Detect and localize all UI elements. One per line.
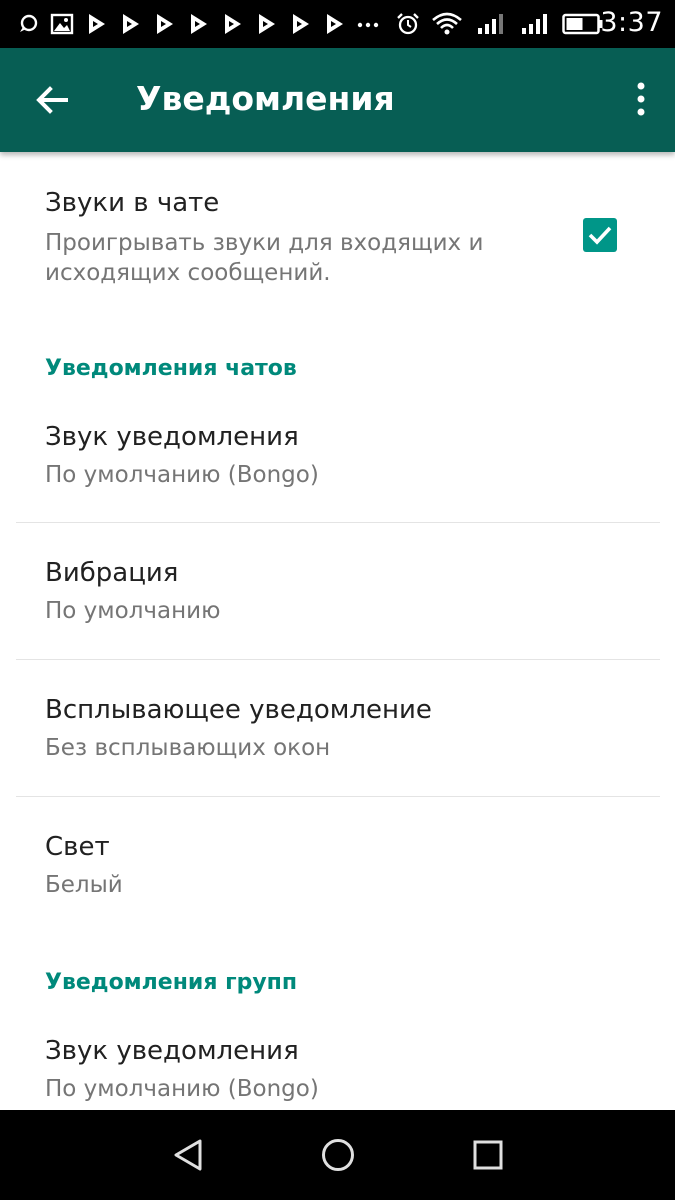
group-notification-sound-item[interactable]: Звук уведомления По умолчанию (Bongo) <box>0 1014 675 1110</box>
image-icon <box>50 13 74 35</box>
chat-vibration-summary: По умолчанию <box>45 598 221 624</box>
settings-list: Звуки в чате Проигрывать звуки для входя… <box>0 152 675 1110</box>
navigation-bar <box>0 1110 675 1200</box>
chat-light-title: Свет <box>45 832 110 862</box>
chat-notification-sound-title: Звук уведомления <box>45 422 299 452</box>
divider <box>16 796 660 797</box>
chat-popup-notification-title: Всплывающее уведомление <box>45 695 432 725</box>
group-notification-sound-summary: По умолчанию (Bongo) <box>45 1076 319 1102</box>
back-triangle-icon[interactable] <box>170 1137 206 1173</box>
signal-icon <box>478 14 503 34</box>
divider <box>16 522 660 523</box>
play-store-icon <box>191 14 207 34</box>
status-bar: 3:37 <box>0 0 675 48</box>
chat-sounds-item[interactable]: Звуки в чате Проигрывать звуки для входя… <box>0 152 675 312</box>
chat-sounds-summary-line2: исходящих сообщений. <box>45 260 331 286</box>
chat-light-item[interactable]: Свет Белый <box>0 810 675 932</box>
chat-vibration-item[interactable]: Вибрация По умолчанию <box>0 536 675 658</box>
chat-sounds-checkbox[interactable] <box>583 218 617 252</box>
play-store-icon <box>123 14 139 34</box>
signal-icon <box>522 14 547 34</box>
alarm-icon <box>397 13 419 35</box>
more-notifications-icon <box>357 22 379 28</box>
chat-popup-notification-item[interactable]: Всплывающее уведомление Без всплывающих … <box>0 673 675 795</box>
chat-popup-notification-summary: Без всплывающих окон <box>45 735 331 761</box>
chat-sounds-title: Звуки в чате <box>45 188 220 218</box>
section-header-group-notifications: Уведомления групп <box>45 970 298 995</box>
page-title: Уведомления <box>136 79 395 118</box>
chat-sounds-summary-line1: Проигрывать звуки для входящих и <box>45 230 484 256</box>
group-notification-sound-title: Звук уведомления <box>45 1036 299 1066</box>
play-store-icon <box>157 14 173 34</box>
play-store-icon <box>293 14 309 34</box>
app-bar: Уведомления <box>0 48 675 152</box>
recents-square-icon[interactable] <box>470 1137 506 1173</box>
arrow-back-icon[interactable] <box>30 78 74 122</box>
status-time: 3:37 <box>600 7 663 38</box>
section-header-chat-notifications: Уведомления чатов <box>45 356 297 381</box>
play-store-icon <box>259 14 275 34</box>
play-store-icon <box>327 14 343 34</box>
home-circle-icon[interactable] <box>320 1137 356 1173</box>
chat-bubble-icon <box>20 14 38 32</box>
more-vert-icon[interactable] <box>629 78 653 122</box>
chat-vibration-title: Вибрация <box>45 558 179 588</box>
play-store-icon <box>89 14 105 34</box>
check-icon <box>588 226 612 245</box>
divider <box>16 659 660 660</box>
chat-light-summary: Белый <box>45 872 123 898</box>
wifi-icon <box>432 12 462 35</box>
chat-notification-sound-summary: По умолчанию (Bongo) <box>45 462 319 488</box>
chat-notification-sound-item[interactable]: Звук уведомления По умолчанию (Bongo) <box>0 400 675 522</box>
play-store-icon <box>225 14 241 34</box>
battery-icon <box>562 13 603 35</box>
